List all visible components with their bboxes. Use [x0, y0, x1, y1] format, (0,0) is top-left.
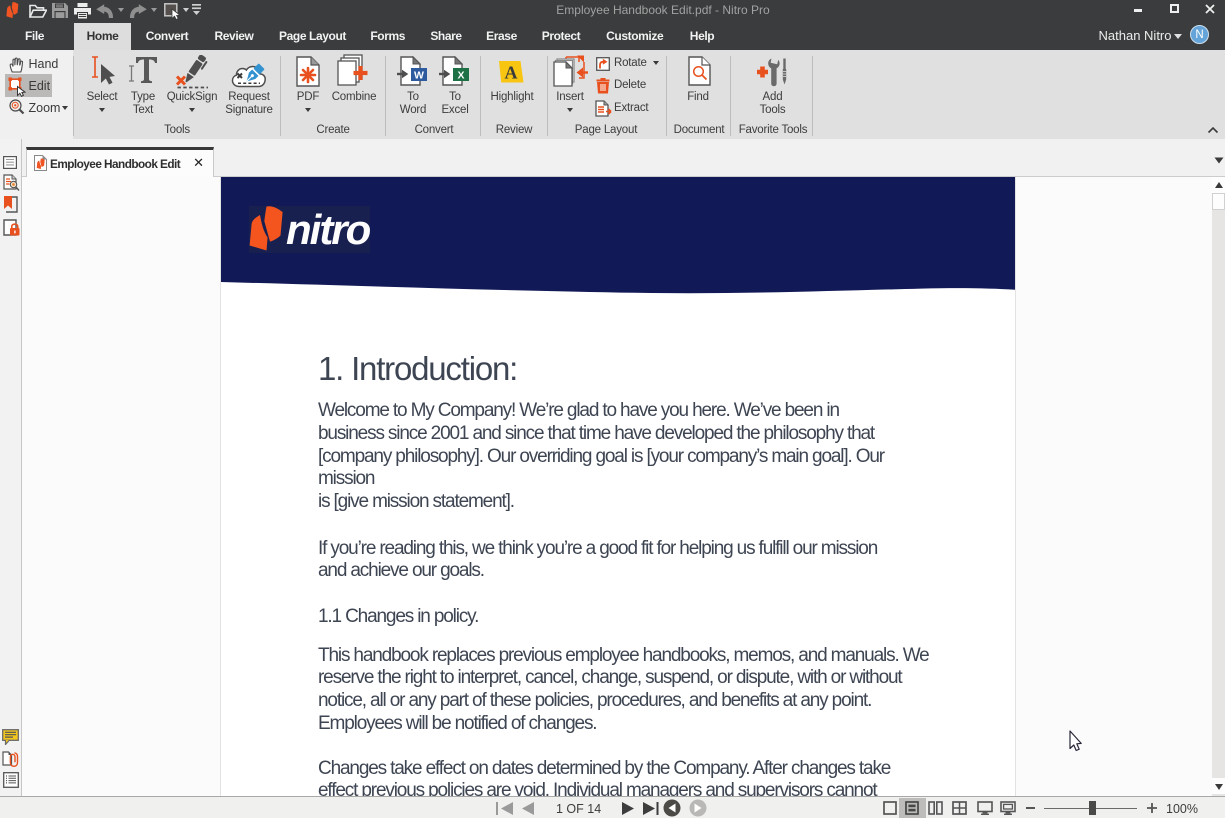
svg-text:W: W — [414, 70, 424, 82]
svg-text:A: A — [505, 63, 518, 83]
svg-text:X: X — [457, 70, 464, 82]
